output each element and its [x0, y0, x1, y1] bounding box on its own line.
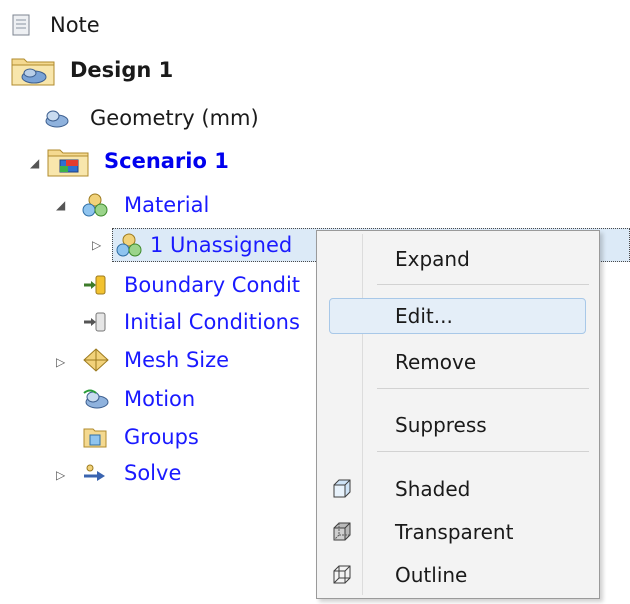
tree-item-label: 1 Unassigned — [150, 233, 293, 257]
shaded-cube-icon — [333, 479, 351, 498]
tree-item-geometry[interactable]: Geometry (mm) — [44, 101, 259, 135]
tree-item-material[interactable]: Material — [82, 188, 209, 222]
scenario-folder-icon — [47, 149, 89, 177]
expand-arrow-icon[interactable]: ▷ — [56, 468, 68, 482]
groups-icon — [83, 428, 107, 448]
menu-item-shaded[interactable]: Shaded — [317, 471, 599, 507]
menu-item-label: Remove — [395, 350, 477, 374]
mesh-size-icon — [83, 348, 109, 372]
tree-item-boundary-conditions[interactable]: Boundary Condit — [82, 268, 300, 302]
menu-item-label: Transparent — [395, 520, 514, 544]
solve-icon — [84, 464, 105, 481]
note-icon — [12, 14, 30, 36]
menu-separator — [377, 388, 589, 389]
menu-item-edit[interactable]: Edit... — [329, 298, 586, 334]
menu-separator — [377, 451, 589, 452]
menu-item-label: Shaded — [395, 477, 471, 501]
menu-separator — [377, 284, 589, 285]
tree-item-scenario[interactable]: Scenario 1 — [46, 144, 229, 178]
tree-item-unassigned[interactable]: 1 Unassigned — [116, 228, 292, 262]
design-folder-icon — [11, 58, 55, 86]
tree-item-label: Motion — [124, 387, 196, 411]
tree-item-label: Note — [50, 13, 100, 37]
menu-item-label: Suppress — [395, 413, 487, 437]
menu-item-suppress[interactable]: Suppress — [317, 407, 599, 443]
tree-item-label: Geometry (mm) — [90, 106, 259, 130]
tree-item-label: Scenario 1 — [104, 149, 229, 173]
motion-icon — [83, 389, 109, 409]
context-menu: Expand Edit... Remove Suppress Shaded Tr… — [316, 230, 600, 599]
menu-item-label: Expand — [395, 247, 470, 271]
geometry-icon — [45, 110, 69, 128]
expand-arrow-icon[interactable]: ▷ — [56, 355, 68, 369]
tree-item-label: Material — [124, 193, 210, 217]
collapse-arrow-icon[interactable]: ◢ — [56, 198, 68, 212]
tree-item-label: Design 1 — [70, 58, 174, 82]
boundary-conditions-icon — [84, 275, 106, 295]
menu-item-transparent[interactable]: Transparent — [317, 514, 599, 550]
menu-item-expand[interactable]: Expand — [317, 241, 599, 277]
menu-item-label: Edit... — [395, 304, 453, 328]
tree-item-groups[interactable]: Groups — [82, 420, 199, 454]
tree-item-initial-conditions[interactable]: Initial Conditions — [82, 305, 300, 339]
transparent-cube-icon — [333, 522, 351, 541]
menu-item-label: Outline — [395, 563, 468, 587]
initial-conditions-icon — [84, 312, 106, 332]
tree-item-label: Mesh Size — [124, 348, 230, 372]
outline-cube-icon — [333, 565, 351, 584]
tree-item-solve[interactable]: Solve — [82, 456, 181, 490]
expand-arrow-icon[interactable]: ▷ — [92, 238, 104, 252]
tree-item-motion[interactable]: Motion — [82, 382, 195, 416]
material-icon — [116, 233, 142, 257]
tree-item-mesh-size[interactable]: Mesh Size — [82, 343, 229, 377]
tree-item-label: Initial Conditions — [124, 310, 300, 334]
tree-item-design[interactable]: Design 1 — [10, 53, 173, 87]
tree-item-label: Solve — [124, 461, 182, 485]
tree-item-note[interactable]: Note — [12, 8, 100, 42]
material-icon — [82, 193, 108, 217]
menu-item-remove[interactable]: Remove — [317, 344, 599, 380]
tree-item-label: Groups — [124, 425, 199, 449]
collapse-arrow-icon[interactable]: ◢ — [30, 156, 42, 170]
menu-item-outline[interactable]: Outline — [317, 557, 599, 593]
tree-item-label: Boundary Condit — [124, 273, 301, 297]
